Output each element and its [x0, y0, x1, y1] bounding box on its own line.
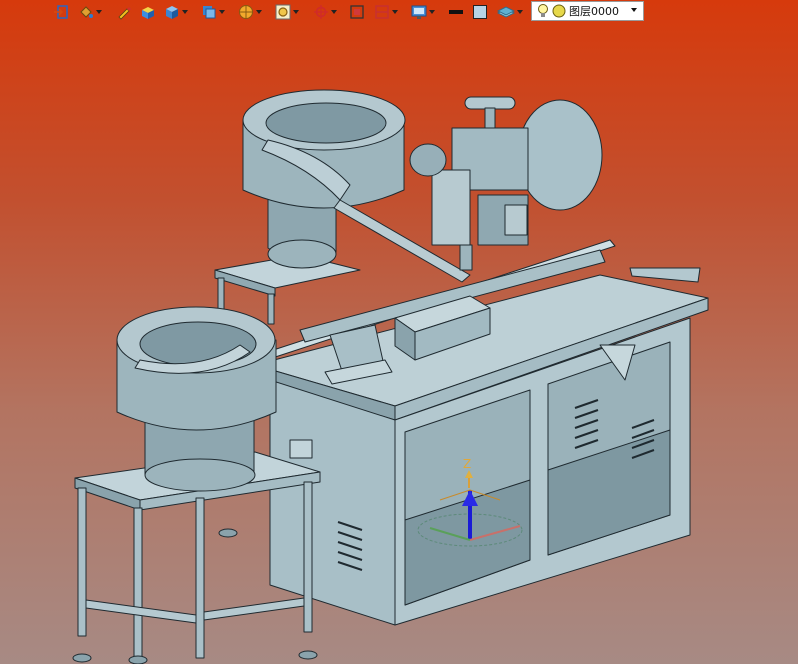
layer-stack-icon	[497, 6, 515, 18]
layer-select[interactable]: 图层0000	[531, 1, 644, 21]
chevron-down-icon	[517, 10, 523, 14]
fill-color-swatch	[473, 5, 487, 19]
crosshair-icon	[314, 5, 328, 19]
cube-faces-icon	[203, 6, 216, 19]
chevron-down-icon	[392, 10, 398, 14]
lightbulb-icon	[538, 4, 548, 17]
section-view-icon	[375, 5, 389, 19]
chevron-down-icon	[293, 10, 299, 14]
line-color-swatch	[449, 10, 463, 14]
chevron-down-icon	[331, 10, 337, 14]
sphere-display-button[interactable]	[238, 3, 262, 21]
shaded-box-button[interactable]	[140, 3, 156, 21]
layer-color-dot-icon	[552, 4, 566, 18]
zoom-view-button[interactable]	[275, 3, 299, 21]
chevron-down-icon	[96, 10, 102, 14]
pen-icon	[118, 7, 131, 20]
box-shaded-icon	[142, 7, 154, 19]
sphere-display-icon	[239, 5, 253, 19]
toolbar: 图层0000	[0, 0, 798, 24]
vibratory-bowl-front	[116, 306, 277, 492]
cube-faces-button[interactable]	[201, 3, 225, 21]
3d-viewport[interactable]: Z	[0, 24, 798, 664]
chevron-down-icon	[631, 8, 637, 12]
cube-icon	[166, 6, 178, 19]
paint-bucket-icon	[80, 6, 93, 18]
frame-icon	[350, 5, 364, 19]
layer-name: 图层0000	[569, 5, 619, 18]
solid-cube-button[interactable]	[164, 3, 188, 21]
machine-model: Z	[72, 89, 709, 664]
vibratory-bowl-back	[242, 89, 406, 269]
section-view-button[interactable]	[374, 3, 398, 21]
layer-stack-button[interactable]	[497, 3, 523, 21]
monitor-icon	[411, 5, 427, 19]
triad-z-label: Z	[463, 457, 471, 471]
monitor-button[interactable]	[411, 3, 435, 21]
chevron-down-icon	[256, 10, 262, 14]
exit-icon	[54, 5, 68, 19]
exit-button[interactable]	[53, 3, 69, 21]
crosshair-button[interactable]	[313, 3, 337, 21]
chevron-down-icon	[182, 10, 188, 14]
chevron-down-icon	[219, 10, 225, 14]
press-unit	[409, 96, 603, 271]
zoom-view-icon	[275, 4, 291, 20]
pen-button[interactable]	[116, 3, 132, 21]
paint-bucket-button[interactable]	[78, 3, 102, 21]
frame-button[interactable]	[349, 3, 365, 21]
chevron-down-icon	[429, 10, 435, 14]
fill-color-button[interactable]	[472, 3, 488, 21]
line-color-button[interactable]	[448, 3, 464, 21]
